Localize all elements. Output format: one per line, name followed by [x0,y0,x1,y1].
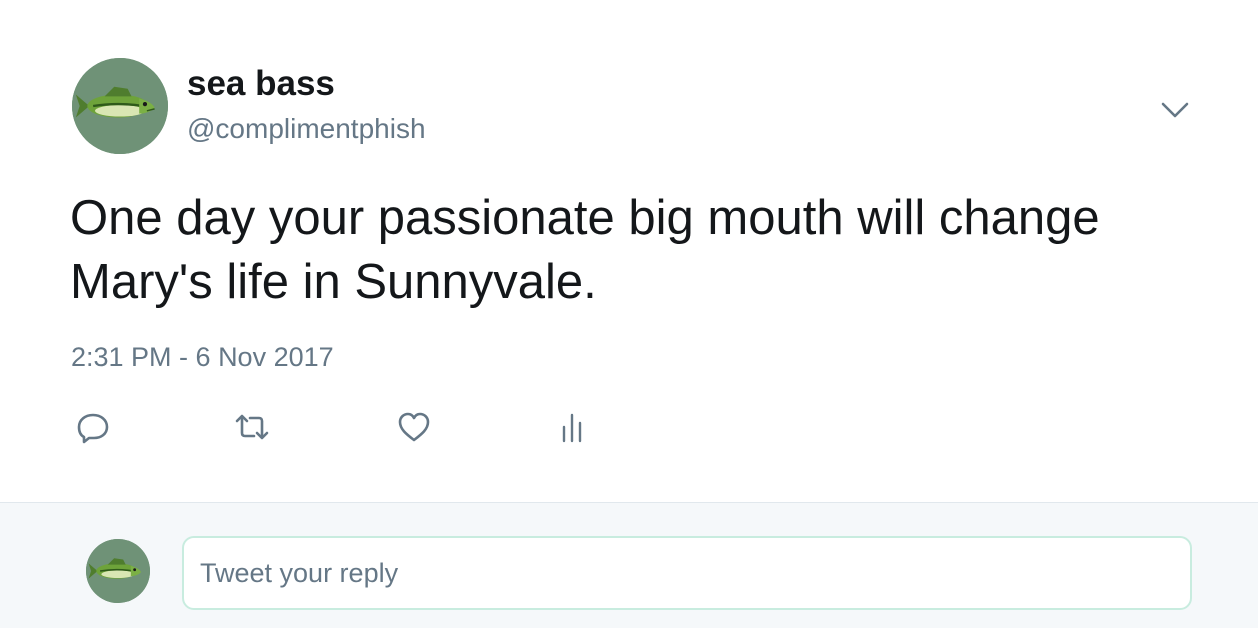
tweet-timestamp[interactable]: 2:31 PM - 6 Nov 2017 [71,340,334,374]
reply-bar [0,502,1258,628]
tweet-card: sea bass @complimentphish One day your p… [0,0,1258,502]
analytics-button[interactable] [550,405,594,449]
tweet-menu-button[interactable] [1158,93,1192,127]
current-user-avatar[interactable] [86,539,150,603]
heart-icon [398,412,430,442]
reply-icon [77,413,109,444]
reply-input[interactable] [182,536,1192,610]
author-avatar[interactable] [72,58,168,154]
author-display-name[interactable]: sea bass [187,64,335,104]
fish-icon [72,58,168,154]
reply-button[interactable] [71,405,115,449]
like-button[interactable] [392,405,436,449]
retweet-icon [235,414,269,440]
chevron-down-icon [1161,102,1189,118]
author-handle[interactable]: @complimentphish [187,112,426,146]
analytics-icon [562,413,582,443]
retweet-button[interactable] [230,405,274,449]
fish-icon [86,539,150,603]
tweet-text: One day your passionate big mouth will c… [70,191,1100,309]
